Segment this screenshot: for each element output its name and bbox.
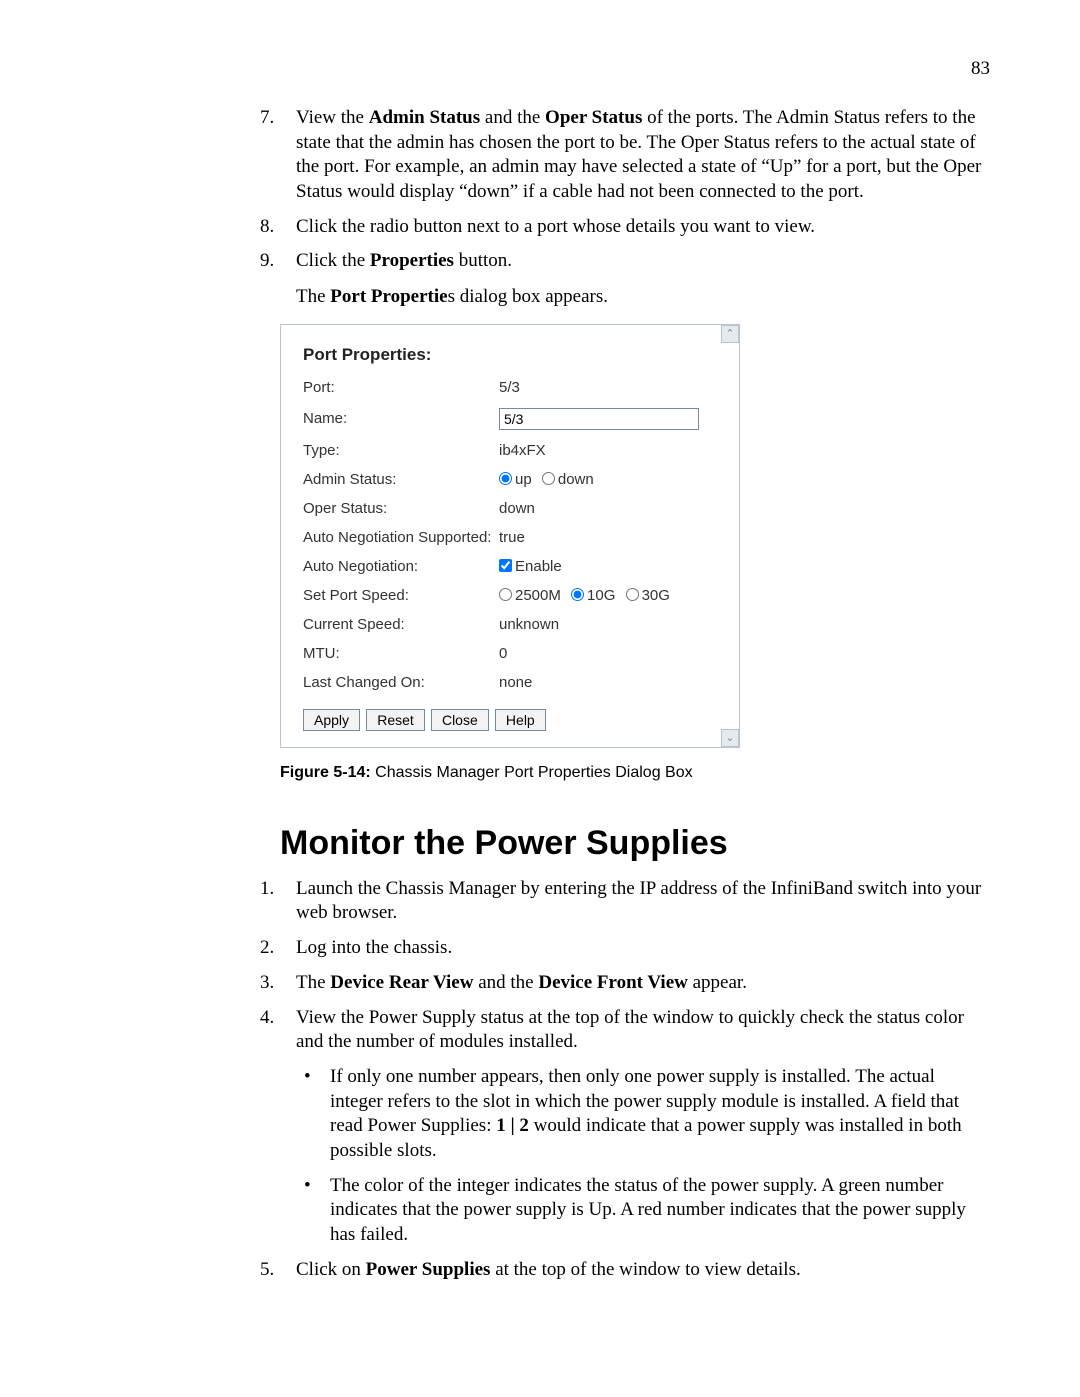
step-number: 9. (260, 249, 296, 274)
speed-30g-label: 30G (642, 587, 670, 604)
label-admin-status: Admin Status: (303, 471, 499, 488)
step-body: Click on Power Supplies at the top of th… (296, 1258, 990, 1283)
bullet-icon: • (296, 1174, 330, 1248)
label-oper-status: Oper Status: (303, 500, 499, 517)
value-current-speed: unknown (499, 616, 717, 633)
step-number: 4. (260, 1006, 296, 1055)
admin-down-label: down (558, 471, 594, 488)
row-port: Port: 5/3 (303, 379, 717, 396)
step-1: 1. Launch the Chassis Manager by enterin… (260, 877, 990, 926)
row-mtu: MTU: 0 (303, 645, 717, 662)
step-number: 7. (260, 106, 296, 205)
port-properties-dialog: ⌃ ⌄ Port Properties: Port: 5/3 Name: Typ… (280, 324, 740, 748)
auto-enable-label: Enable (515, 558, 562, 575)
value-oper-status: down (499, 500, 717, 517)
value-port: 5/3 (499, 379, 717, 396)
value-auto-supported: true (499, 529, 717, 546)
step-number: 3. (260, 971, 296, 996)
page: 83 7. View the Admin Status and the Oper… (0, 0, 1080, 1397)
step-body: View the Power Supply status at the top … (296, 1006, 990, 1055)
speed-2500-radio[interactable] (499, 588, 512, 601)
label-auto-supported: Auto Negotiation Supported: (303, 529, 499, 546)
speed-10g-label: 10G (587, 587, 615, 604)
step-2: 2. Log into the chassis. (260, 936, 990, 961)
value-last-changed: none (499, 674, 717, 691)
row-type: Type: ib4xFX (303, 442, 717, 459)
row-name: Name: (303, 408, 717, 430)
bullet-1: • If only one number appears, then only … (296, 1065, 990, 1164)
label-current-speed: Current Speed: (303, 616, 499, 633)
bullet-text: The color of the integer indicates the s… (330, 1174, 990, 1248)
row-oper-status: Oper Status: down (303, 500, 717, 517)
step-8: 8. Click the radio button next to a port… (260, 215, 990, 240)
figure-caption-rest: Chassis Manager Port Properties Dialog B… (371, 764, 693, 781)
row-auto-negotiation: Auto Negotiation: Enable (303, 558, 717, 575)
bullet-2: • The color of the integer indicates the… (296, 1174, 990, 1248)
figure-caption: Figure 5-14: Chassis Manager Port Proper… (280, 764, 990, 782)
admin-up-option[interactable]: up (499, 471, 532, 488)
close-button[interactable]: Close (431, 709, 489, 731)
row-auto-supported: Auto Negotiation Supported: true (303, 529, 717, 546)
step-number: 1. (260, 877, 296, 926)
label-name: Name: (303, 410, 499, 427)
step-number: 5. (260, 1258, 296, 1283)
label-mtu: MTU: (303, 645, 499, 662)
label-type: Type: (303, 442, 499, 459)
scroll-down-icon[interactable]: ⌄ (721, 729, 739, 747)
step-number: 2. (260, 936, 296, 961)
row-current-speed: Current Speed: unknown (303, 616, 717, 633)
step-9-sub: The Port Properties dialog box appears. (296, 284, 990, 310)
step-body: Click the radio button next to a port wh… (296, 215, 990, 240)
auto-enable-option[interactable]: Enable (499, 558, 562, 575)
label-auto-negotiation: Auto Negotiation: (303, 558, 499, 575)
name-input[interactable] (499, 408, 699, 430)
scroll-up-icon[interactable]: ⌃ (721, 325, 739, 343)
auto-enable-checkbox[interactable] (499, 559, 512, 572)
page-number: 83 (971, 58, 990, 80)
step-body: The Device Rear View and the Device Fron… (296, 971, 990, 996)
top-steps-list: 7. View the Admin Status and the Oper St… (260, 106, 990, 274)
label-last-changed: Last Changed On: (303, 674, 499, 691)
step-body: View the Admin Status and the Oper Statu… (296, 106, 990, 205)
row-admin-status: Admin Status: up down (303, 471, 717, 488)
step-9: 9. Click the Properties button. (260, 249, 990, 274)
speed-30g-radio[interactable] (626, 588, 639, 601)
bottom-steps-list: 1. Launch the Chassis Manager by enterin… (260, 877, 990, 1055)
step-number: 8. (260, 215, 296, 240)
bottom-steps-list-2: 5. Click on Power Supplies at the top of… (260, 1258, 990, 1283)
label-port-speed: Set Port Speed: (303, 587, 499, 604)
dialog-title: Port Properties: (303, 345, 717, 365)
value-type: ib4xFX (499, 442, 717, 459)
speed-2500-label: 2500M (515, 587, 561, 604)
help-button[interactable]: Help (495, 709, 546, 731)
step-body: Log into the chassis. (296, 936, 990, 961)
admin-up-radio[interactable] (499, 472, 512, 485)
label-port: Port: (303, 379, 499, 396)
speed-10g-radio[interactable] (571, 588, 584, 601)
admin-down-radio[interactable] (542, 472, 555, 485)
step-4: 4. View the Power Supply status at the t… (260, 1006, 990, 1055)
section-title: Monitor the Power Supplies (280, 824, 990, 863)
step-body: Launch the Chassis Manager by entering t… (296, 877, 990, 926)
value-mtu: 0 (499, 645, 717, 662)
admin-up-label: up (515, 471, 532, 488)
dialog-button-row: Apply Reset Close Help (303, 709, 717, 731)
speed-10g-option[interactable]: 10G (571, 587, 615, 604)
figure-caption-bold: Figure 5-14: (280, 764, 371, 781)
reset-button[interactable]: Reset (366, 709, 425, 731)
step-body: Click the Properties button. (296, 249, 990, 274)
step-7: 7. View the Admin Status and the Oper St… (260, 106, 990, 205)
speed-30g-option[interactable]: 30G (626, 587, 670, 604)
bullet-list: • If only one number appears, then only … (296, 1065, 990, 1248)
row-port-speed: Set Port Speed: 2500M 10G 30G (303, 587, 717, 604)
admin-down-option[interactable]: down (542, 471, 594, 488)
step-3: 3. The Device Rear View and the Device F… (260, 971, 990, 996)
bullet-icon: • (296, 1065, 330, 1164)
apply-button[interactable]: Apply (303, 709, 360, 731)
speed-2500-option[interactable]: 2500M (499, 587, 561, 604)
row-last-changed: Last Changed On: none (303, 674, 717, 691)
step-5: 5. Click on Power Supplies at the top of… (260, 1258, 990, 1283)
bullet-text: If only one number appears, then only on… (330, 1065, 990, 1164)
